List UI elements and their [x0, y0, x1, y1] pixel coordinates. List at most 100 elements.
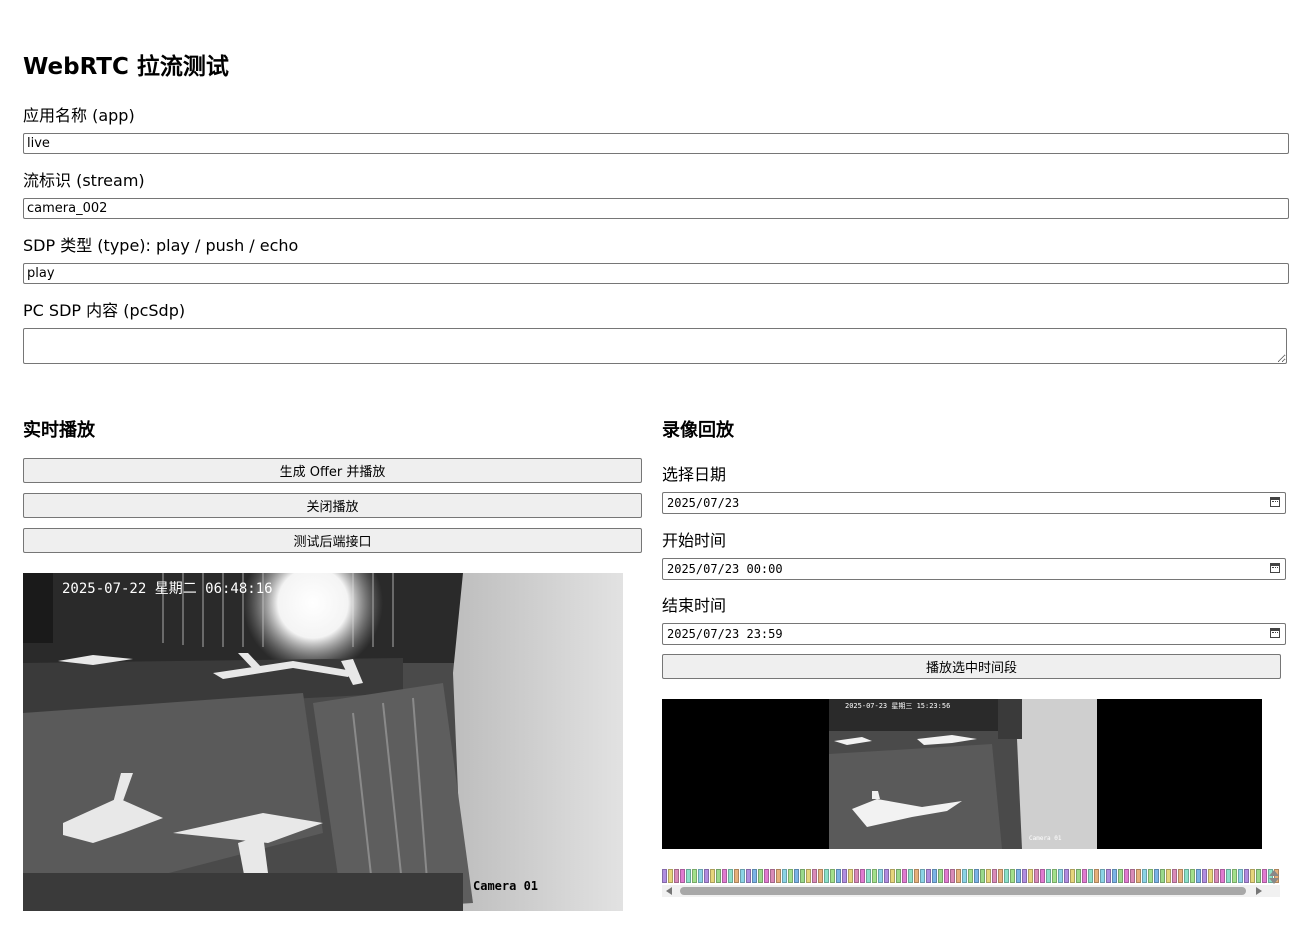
timeline-segment[interactable]: [806, 869, 811, 883]
timeline-segment[interactable]: [1100, 869, 1105, 883]
timeline-segment[interactable]: [704, 869, 709, 883]
timeline-segment[interactable]: [932, 869, 937, 883]
timeline-segment[interactable]: [884, 869, 889, 883]
timeline-segment[interactable]: [1142, 869, 1147, 883]
playback-video-player[interactable]: 2025-07-23 星期三 15:23:56 Camera 01: [662, 699, 1262, 849]
timeline-segment[interactable]: [1154, 869, 1159, 883]
timeline-segment[interactable]: [716, 869, 721, 883]
app-input[interactable]: [23, 133, 1289, 154]
timeline-segment[interactable]: [1166, 869, 1171, 883]
timeline-segment[interactable]: [1232, 869, 1237, 883]
timeline-segment[interactable]: [728, 869, 733, 883]
start-time-input[interactable]: 2025/07/23 00:00: [662, 558, 1286, 580]
timeline-segment[interactable]: [1112, 869, 1117, 883]
timeline-segment[interactable]: [914, 869, 919, 883]
timeline-segment[interactable]: [1016, 869, 1021, 883]
timeline-segment[interactable]: [1226, 869, 1231, 883]
timeline-segment[interactable]: [1160, 869, 1165, 883]
timeline-segment[interactable]: [722, 869, 727, 883]
timeline-segment[interactable]: [1208, 869, 1213, 883]
timeline-segment[interactable]: [1256, 869, 1261, 883]
play-range-button[interactable]: 播放选中时间段: [662, 654, 1281, 679]
timeline-segment[interactable]: [734, 869, 739, 883]
timeline-segment[interactable]: [824, 869, 829, 883]
timeline-segment[interactable]: [1172, 869, 1177, 883]
timeline-segment[interactable]: [974, 869, 979, 883]
timeline-segment[interactable]: [896, 869, 901, 883]
calendar-icon[interactable]: [1270, 563, 1280, 573]
stop-play-button[interactable]: 关闭播放: [23, 493, 642, 518]
timeline-segment[interactable]: [866, 869, 871, 883]
timeline-segment[interactable]: [1244, 869, 1249, 883]
timeline-segment[interactable]: [1034, 869, 1039, 883]
timeline-segment[interactable]: [1052, 869, 1057, 883]
timeline-segment[interactable]: [746, 869, 751, 883]
timeline-segment[interactable]: [818, 869, 823, 883]
scroll-right-icon[interactable]: [1256, 887, 1262, 895]
timeline-segment[interactable]: [764, 869, 769, 883]
timeline-segment[interactable]: [1136, 869, 1141, 883]
timeline-segment[interactable]: [998, 869, 1003, 883]
timeline-segment[interactable]: [782, 869, 787, 883]
timeline-segment[interactable]: [1262, 869, 1267, 883]
timeline-segment[interactable]: [992, 869, 997, 883]
timeline-segment[interactable]: [968, 869, 973, 883]
timeline-segment[interactable]: [1064, 869, 1069, 883]
timeline-segment[interactable]: [872, 869, 877, 883]
timeline-segment[interactable]: [962, 869, 967, 883]
timeline-segment[interactable]: [776, 869, 781, 883]
timeline-segment[interactable]: [848, 869, 853, 883]
recording-timeline[interactable]: [662, 869, 1280, 885]
timeline-segment[interactable]: [794, 869, 799, 883]
timeline-segment[interactable]: [1250, 869, 1255, 883]
timeline-segment[interactable]: [938, 869, 943, 883]
timeline-segment[interactable]: [1220, 869, 1225, 883]
timeline-segment[interactable]: [842, 869, 847, 883]
timeline-segment[interactable]: [878, 869, 883, 883]
timeline-segment[interactable]: [860, 869, 865, 883]
date-input[interactable]: 2025/07/23: [662, 492, 1286, 514]
timeline-segment[interactable]: [710, 869, 715, 883]
timeline-segment[interactable]: [1082, 869, 1087, 883]
timeline-segment[interactable]: [902, 869, 907, 883]
generate-offer-button[interactable]: 生成 Offer 并播放: [23, 458, 642, 483]
timeline-segment[interactable]: [1022, 869, 1027, 883]
timeline-segment[interactable]: [1070, 869, 1075, 883]
timeline-segment[interactable]: [854, 869, 859, 883]
live-video-player[interactable]: 2025-07-22 星期二 06:48:16 Camera 01: [23, 573, 623, 911]
timeline-segment[interactable]: [956, 869, 961, 883]
timeline-segment[interactable]: [1058, 869, 1063, 883]
timeline-segment[interactable]: [920, 869, 925, 883]
timeline-segment[interactable]: [1046, 869, 1051, 883]
timeline-segment[interactable]: [1148, 869, 1153, 883]
timeline-segment[interactable]: [1184, 869, 1189, 883]
timeline-segment[interactable]: [890, 869, 895, 883]
scroll-left-icon[interactable]: [666, 887, 672, 895]
timeline-segment[interactable]: [944, 869, 949, 883]
timeline-segment[interactable]: [1238, 869, 1243, 883]
timeline-segment[interactable]: [662, 869, 667, 883]
timeline-segment[interactable]: [752, 869, 757, 883]
timeline-segment[interactable]: [1088, 869, 1093, 883]
timeline-segment[interactable]: [770, 869, 775, 883]
timeline-segment[interactable]: [1076, 869, 1081, 883]
timeline-segment[interactable]: [1178, 869, 1183, 883]
timeline-segment[interactable]: [812, 869, 817, 883]
timeline-segment[interactable]: [1040, 869, 1045, 883]
timeline-segment[interactable]: [950, 869, 955, 883]
timeline-segment[interactable]: [668, 869, 673, 883]
timeline-segment[interactable]: [680, 869, 685, 883]
timeline-segment[interactable]: [1004, 869, 1009, 883]
test-backend-button[interactable]: 测试后端接口: [23, 528, 642, 553]
timeline-segment[interactable]: [1010, 869, 1015, 883]
timeline-segment[interactable]: [1130, 869, 1135, 883]
timeline-segment[interactable]: [740, 869, 745, 883]
timeline-segment[interactable]: [692, 869, 697, 883]
pcsdp-textarea[interactable]: [23, 328, 1287, 364]
timeline-segment[interactable]: [1214, 869, 1219, 883]
timeline-segment[interactable]: [1118, 869, 1123, 883]
timeline-segment[interactable]: [836, 869, 841, 883]
timeline-segment[interactable]: [908, 869, 913, 883]
timeline-segment[interactable]: [800, 869, 805, 883]
calendar-icon[interactable]: [1270, 497, 1280, 507]
